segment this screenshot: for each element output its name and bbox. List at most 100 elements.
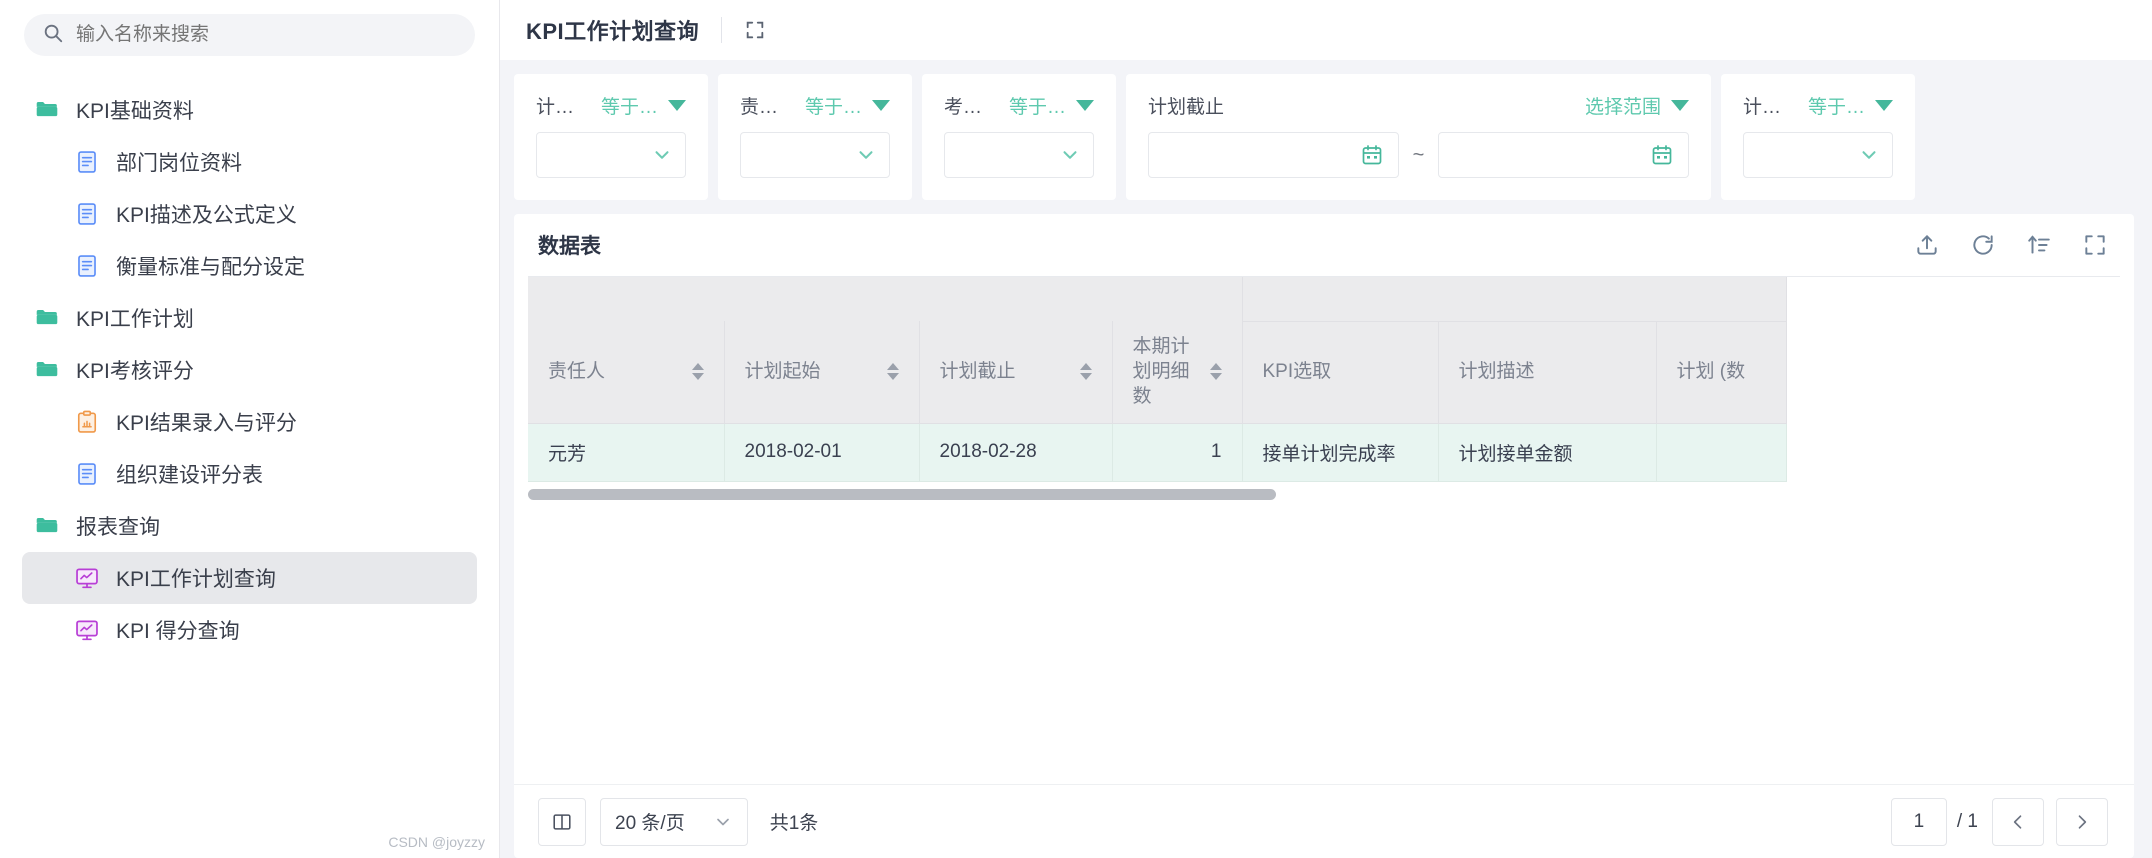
sidebar-item-label: KPI描述及公式定义 [116,204,297,227]
table-row[interactable]: 元芳 2018-02-01 2018-02-28 1 接单计划完成率 计划接单金额 [528,423,1787,482]
filter-operator-select[interactable]: 等于… [1009,92,1094,119]
filter-operator-select[interactable]: 等于… [1808,92,1893,119]
column-header-label: KPI选取 [1262,361,1332,383]
column-header-inner: KPI选取 [1263,359,1418,384]
columns-icon[interactable] [538,797,586,846]
app-root: KPI基础资料部门岗位资料 KPI描述及公式定义衡量标准与配分设定 KPI工作计划 K… [0,0,2152,858]
pagination-bar: 20 条/页 共1条 1 / 1 [514,784,2134,858]
next-page-button[interactable] [2056,797,2108,846]
upload-icon[interactable] [1914,232,1940,258]
sidebar-item-7[interactable]: 组织建设评分表 [22,448,477,500]
table-cell: 2018-02-28 [919,423,1113,482]
filter-value-select[interactable] [944,132,1094,178]
expand-icon[interactable] [744,19,766,41]
sidebar-item-label: 部门岗位资料 [116,152,242,175]
filter-operator-label: 等于… [1008,96,1066,118]
sidebar-item-4[interactable]: KPI工作计划 [22,292,477,344]
filter-operator-label: 等于… [1807,96,1865,118]
filter-value-select[interactable] [1743,132,1893,178]
sort-toggle-icon[interactable] [691,363,704,381]
folder-icon [34,97,60,123]
chevron-down-icon [859,151,873,159]
column-header-0[interactable]: 责任人 [528,321,725,424]
filter-card-4: 计… 等于… [1721,74,1915,200]
sort-toggle-icon[interactable] [886,363,899,381]
folder-icon [34,513,60,539]
prev-page-button[interactable] [1992,797,2044,846]
filter-card-1: 责… 等于… [718,74,912,200]
date-end-input[interactable] [1438,132,1689,178]
filter-field-label: 计划截止 [1148,96,1225,118]
triangle-down-icon [1076,99,1094,111]
sidebar-item-5[interactable]: KPI考核评分 [22,344,477,396]
sidebar-item-8[interactable]: 报表查询 [22,500,477,552]
column-header-3[interactable]: 本期计划明细数 [1112,321,1243,424]
clipboard-icon [74,409,100,435]
triangle-down-icon [1671,99,1689,111]
sidebar-item-9[interactable]: KPI工作计划查询 [22,552,477,604]
sidebar-item-2[interactable]: KPI描述及公式定义 [22,188,477,240]
filter-value-select[interactable] [536,132,686,178]
column-header-6: 计划 (数 [1656,321,1787,424]
sidebar-item-0[interactable]: KPI基础资料 [22,84,477,136]
search-input[interactable] [76,24,457,46]
table-toolbar [1914,232,2108,258]
sidebar-item-label: 组织建设评分表 [116,464,263,487]
column-header-label: 计划截止 [939,361,1016,383]
table-cell: 2018-02-01 [724,423,920,482]
filter-operator-select[interactable]: 等于… [805,92,890,119]
sidebar-item-10[interactable]: KPI 得分查询 [22,604,477,656]
sidebar-item-1[interactable]: 部门岗位资料 [22,136,477,188]
chevron-down-icon [1063,151,1077,159]
group-header-cell [1242,277,1787,322]
filter-operator-select[interactable]: 等于… [601,92,686,119]
table-cell: 接单计划完成率 [1242,423,1439,482]
sort-toggle-icon[interactable] [1079,363,1092,381]
document-icon [74,253,100,279]
date-start-input[interactable] [1148,132,1399,178]
fullscreen-icon[interactable] [2082,232,2108,258]
calendar-icon [1362,145,1382,165]
scrollbar-thumb[interactable] [528,489,1277,500]
column-header-4: KPI选取 [1242,321,1439,424]
filter-header: 责… 等于… [740,92,890,118]
watermark: CSDN @joyzzy [388,834,485,850]
sidebar-item-label: KPI考核评分 [76,360,194,383]
triangle-down-icon [668,99,686,111]
data-table: 责任人 计划起始 计划截止 本期计划明细数 KPI选取 计划描述 计划 (数 元芳 2018-… [528,277,1787,482]
page-size-label: 20 条/页 [615,813,685,834]
horizontal-scrollbar[interactable] [528,482,2120,508]
sidebar-item-3[interactable]: 衡量标准与配分设定 [22,240,477,292]
search-box[interactable] [24,14,475,56]
document-icon [74,201,100,227]
page-size-select[interactable]: 20 条/页 [600,797,748,846]
sort-toggle-icon[interactable] [1209,363,1222,381]
sidebar-tree: KPI基础资料部门岗位资料 KPI描述及公式定义衡量标准与配分设定 KPI工作计划 K… [0,84,499,656]
column-header-5: 计划描述 [1438,321,1657,424]
monitor-chart-icon [74,617,100,643]
data-grid: 责任人 计划起始 计划截止 本期计划明细数 KPI选取 计划描述 计划 (数 元芳 2018-… [528,276,2120,482]
sidebar-item-label: KPI基础资料 [76,100,194,123]
filter-header: 考… 等于… [944,92,1094,118]
column-header-2[interactable]: 计划截止 [919,321,1113,424]
filter-field-label: 责… [740,96,779,118]
sidebar-search-wrap [0,14,499,56]
sidebar-item-6[interactable]: KPI结果录入与评分 [22,396,477,448]
document-icon [74,149,100,175]
sort-icon[interactable] [2026,232,2052,258]
filter-operator-select[interactable]: 选择范围 [1585,92,1689,119]
page-total-label: / 1 [1956,810,1978,832]
column-header-label: 计划起始 [744,361,821,383]
folder-icon [34,357,60,383]
filter-value-select[interactable] [740,132,890,178]
page-number-input[interactable]: 1 [1890,797,1947,846]
column-header-inner: 计划截止 [940,359,1092,384]
document-icon [74,461,100,487]
refresh-icon[interactable] [1970,232,1996,258]
date-range-separator: ~ [1412,143,1425,166]
column-header-1[interactable]: 计划起始 [724,321,920,424]
filter-card-2: 考… 等于… [922,74,1116,200]
sidebar-item-label: KPI工作计划 [76,308,194,331]
total-count-label: 共1条 [769,813,819,834]
sidebar-item-label: KPI结果录入与评分 [116,412,297,435]
